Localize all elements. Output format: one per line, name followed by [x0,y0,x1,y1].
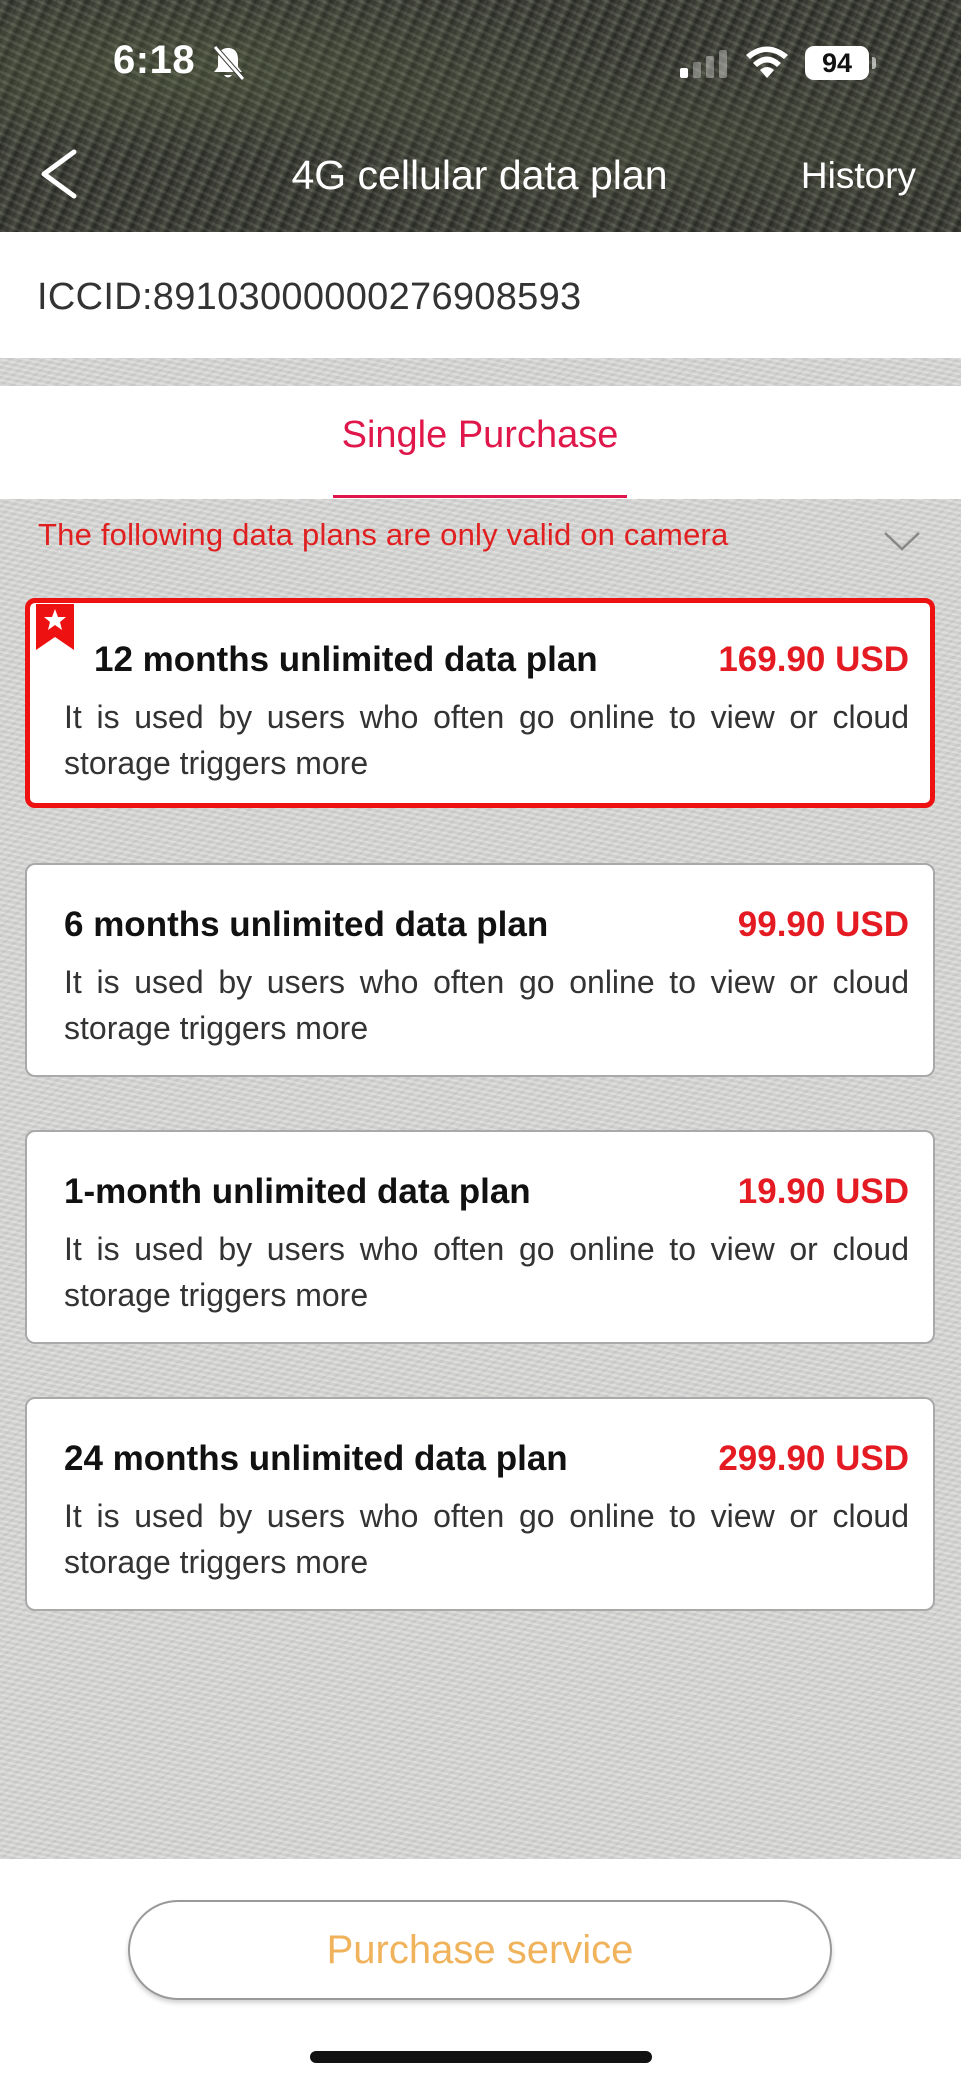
bookmark-star-icon [36,604,74,650]
iccid-text: ICCID:89103000000276908593 [37,276,582,318]
plan-description: It is used by users who often go online … [64,1231,909,1313]
tab-bar: Single Purchase [0,386,961,499]
tab-single-purchase[interactable]: Single Purchase [333,414,627,499]
iccid-section: ICCID:89103000000276908593 [0,232,961,358]
plans-area: The following data plans are only valid … [0,499,961,1859]
plan-card-24-months[interactable]: 24 months unlimited data plan 299.90 USD… [25,1397,935,1611]
bottom-bar: Purchase service [0,1859,961,2081]
plan-name: 24 months unlimited data plan [64,1439,568,1478]
history-link[interactable]: History [801,155,916,197]
plan-name: 12 months unlimited data plan [94,640,598,679]
app-header: 6:18 94 4G cellular data plan History [0,0,961,232]
purchase-service-button[interactable]: Purchase service [128,1900,832,2000]
plan-name: 1-month unlimited data plan [64,1172,531,1211]
plan-price: 19.90 USD [737,1172,909,1211]
plan-card-6-months[interactable]: 6 months unlimited data plan 99.90 USD I… [25,863,935,1077]
plan-price: 299.90 USD [718,1439,909,1478]
plan-card-12-months[interactable]: 12 months unlimited data plan 169.90 USD… [25,598,935,808]
battery-icon: 94 [805,46,876,80]
divider [0,358,961,386]
home-indicator[interactable] [310,2051,652,2063]
tab-active-indicator [333,495,627,498]
wifi-icon [746,46,788,78]
plan-name: 6 months unlimited data plan [64,905,549,944]
plan-description: It is used by users who often go online … [64,964,909,1046]
status-time: 6:18 [113,38,196,82]
signal-icon [680,50,727,78]
plan-price: 169.90 USD [718,640,909,679]
bell-slash-icon [213,45,245,81]
chevron-down-icon[interactable] [882,529,922,553]
plan-price: 99.90 USD [737,905,909,944]
plan-description: It is used by users who often go online … [64,699,909,781]
plan-description: It is used by users who often go online … [64,1498,909,1580]
notice-text: The following data plans are only valid … [38,517,729,552]
plan-card-1-month[interactable]: 1-month unlimited data plan 19.90 USD It… [25,1130,935,1344]
